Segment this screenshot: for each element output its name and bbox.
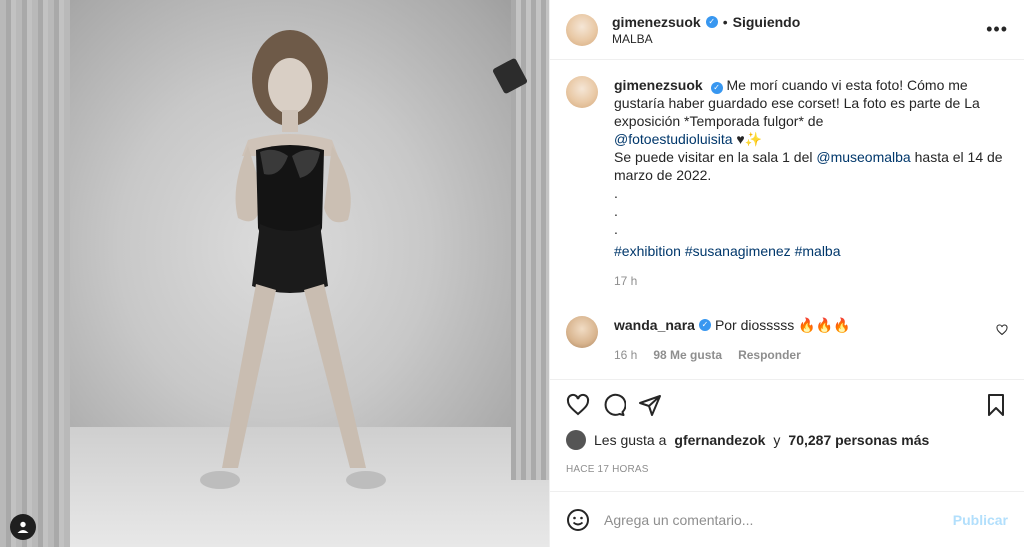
comment-likes[interactable]: 98 Me gusta [653, 348, 722, 362]
comment-icon[interactable] [602, 393, 626, 417]
comments-area: gimenezsuok ✓ Me morí cuando vi esta fot… [550, 60, 1024, 379]
liker-avatar[interactable] [566, 430, 586, 450]
liker-username[interactable]: gfernandezok [674, 432, 765, 448]
following-button[interactable]: Siguiendo [733, 14, 801, 30]
heart-icon[interactable] [566, 393, 590, 417]
publish-button[interactable]: Publicar [953, 512, 1008, 528]
user-tag-button[interactable] [10, 514, 36, 540]
post-sidebar: gimenezsuok ✓ • Siguiendo MALBA ••• gime… [549, 0, 1024, 547]
photo-figure [200, 30, 386, 489]
share-icon[interactable] [638, 393, 662, 417]
comment-text: Por diosssss 🔥🔥🔥 [714, 317, 851, 333]
mention-link[interactable]: @fotoestudioluisita [614, 131, 733, 147]
caption-username[interactable]: gimenezsuok [614, 77, 703, 93]
comment-item: wanda_nara ✓ Por diosssss 🔥🔥🔥 16 h 98 Me… [566, 316, 1008, 362]
photo-curtain-left [0, 0, 70, 547]
likes-middle: y [773, 432, 781, 448]
location-link[interactable]: MALBA [612, 32, 986, 46]
add-comment-input[interactable] [604, 511, 953, 528]
caption-dot: . [614, 185, 618, 201]
separator-dot: • [722, 13, 728, 30]
commenter-username[interactable]: wanda_nara [614, 316, 695, 334]
caption-dot: . [614, 203, 618, 219]
user-tag-icon [17, 521, 29, 533]
hashtag-link[interactable]: #malba [795, 243, 841, 259]
verified-icon: ✓ [698, 319, 711, 331]
commenter-avatar[interactable] [566, 316, 598, 348]
bookmark-icon[interactable] [984, 393, 1008, 417]
action-bar [566, 380, 1008, 430]
verified-icon: ✓ [710, 82, 723, 94]
caption-text: Se puede visitar en la sala 1 del [614, 149, 813, 165]
post-timestamp[interactable]: HACE 17 HORAS [566, 464, 1008, 475]
comment-heart-icon[interactable] [996, 324, 1008, 336]
more-options-icon[interactable]: ••• [986, 19, 1008, 40]
likes-prefix: Les gusta a [594, 432, 667, 448]
post-actions: Les gusta a gfernandezok y 70,287 person… [550, 379, 1024, 491]
author-row: gimenezsuok ✓ • Siguiendo [612, 14, 986, 30]
reply-button[interactable]: Responder [738, 348, 801, 362]
author-avatar[interactable] [566, 13, 598, 46]
comment-line: wanda_nara ✓ Por diosssss 🔥🔥🔥 [614, 316, 996, 334]
post-photo[interactable] [0, 0, 549, 547]
likes-count[interactable]: 70,287 personas más [788, 432, 929, 448]
caption-avatar[interactable] [566, 76, 598, 108]
caption-emoji: ♥✨ [736, 131, 763, 147]
hashtag-link[interactable]: #exhibition [614, 243, 681, 259]
hashtag-link[interactable]: #susanagimenez [685, 243, 791, 259]
post-modal: gimenezsuok ✓ • Siguiendo MALBA ••• gime… [0, 0, 1024, 547]
caption-dot: . [614, 221, 618, 237]
comment-meta: 16 h 98 Me gusta Responder [614, 348, 996, 362]
caption-time[interactable]: 17 h [614, 272, 1008, 290]
emoji-icon[interactable] [566, 508, 590, 532]
likes-summary: Les gusta a gfernandezok y 70,287 person… [566, 430, 1008, 450]
mention-link[interactable]: @museomalba [816, 149, 910, 165]
add-comment-bar: Publicar [550, 491, 1024, 547]
author-info: gimenezsuok ✓ • Siguiendo MALBA [612, 14, 986, 46]
comment-time[interactable]: 16 h [614, 348, 637, 362]
post-header: gimenezsuok ✓ • Siguiendo MALBA ••• [550, 0, 1024, 60]
caption: gimenezsuok ✓ Me morí cuando vi esta fot… [566, 76, 1008, 290]
author-username[interactable]: gimenezsuok [612, 14, 701, 30]
caption-body: gimenezsuok ✓ Me morí cuando vi esta fot… [614, 76, 1008, 290]
comment-body: wanda_nara ✓ Por diosssss 🔥🔥🔥 16 h 98 Me… [614, 316, 996, 362]
verified-icon: ✓ [705, 15, 718, 28]
